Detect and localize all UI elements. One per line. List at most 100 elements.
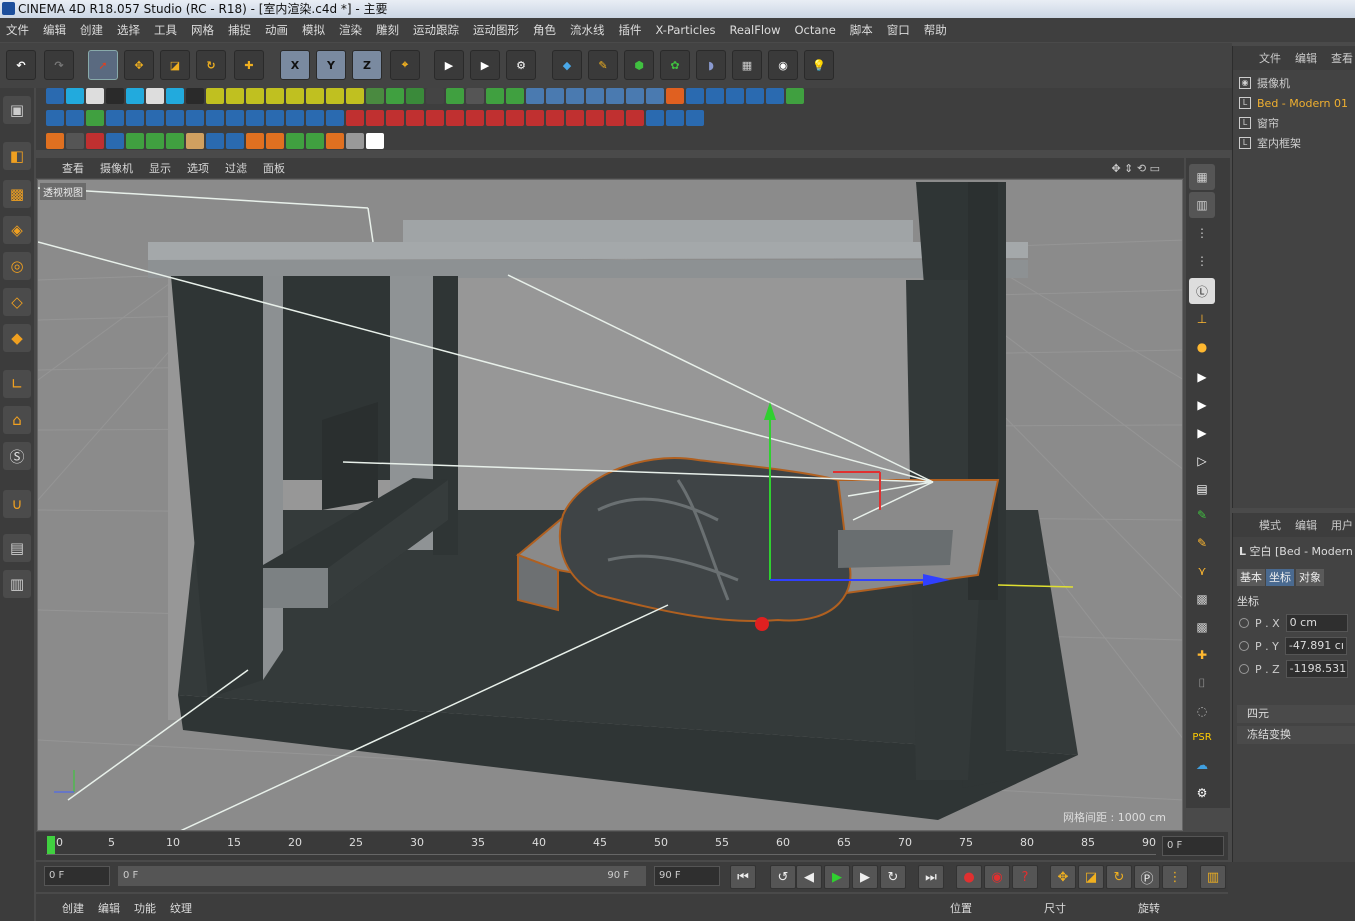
recent-tool-button[interactable]: ✚: [234, 50, 264, 80]
floor-button[interactable]: ▦: [732, 50, 762, 80]
play-button[interactable]: ▶: [824, 865, 850, 889]
menu-item-character[interactable]: 角色: [533, 22, 556, 38]
frame-range-slider[interactable]: 0 F 90 F: [118, 866, 646, 886]
cloner-button[interactable]: ✿: [660, 50, 690, 80]
redo-button[interactable]: ↷: [44, 50, 74, 80]
axis-icon[interactable]: ⊥: [1189, 306, 1215, 332]
light-button[interactable]: 💡: [804, 50, 834, 80]
render-settings-button[interactable]: ⚙: [506, 50, 536, 80]
material-menu-texture[interactable]: 纹理: [170, 900, 192, 916]
viewport-menu-panel[interactable]: 面板: [263, 160, 285, 176]
tweak-mode-icon[interactable]: ⌂: [3, 406, 31, 434]
menu-item-tools[interactable]: 工具: [154, 22, 177, 38]
menu-item-select[interactable]: 选择: [117, 22, 140, 38]
workplane-mode-icon[interactable]: ◈: [3, 216, 31, 244]
menu-item-sculpt[interactable]: 雕刻: [376, 22, 399, 38]
layout-2-icon[interactable]: ▥: [1189, 192, 1215, 218]
object-menu-file[interactable]: 文件: [1259, 50, 1281, 66]
coord-px-field[interactable]: 0 cm: [1285, 614, 1348, 632]
axis-mode-icon[interactable]: ∟: [3, 370, 31, 398]
menu-item-script[interactable]: 脚本: [850, 22, 873, 38]
autokey-button[interactable]: ◉: [984, 865, 1010, 889]
snap-icon[interactable]: Ⓢ: [3, 442, 31, 470]
object-menu-view[interactable]: 查看: [1331, 50, 1353, 66]
menu-item-octane[interactable]: Octane: [794, 23, 835, 37]
menu-item-edit[interactable]: 编辑: [43, 22, 66, 38]
previous-key-button[interactable]: ↺: [770, 865, 796, 889]
menu-item-mesh[interactable]: 网格: [191, 22, 214, 38]
material-menu-function[interactable]: 功能: [134, 900, 156, 916]
coordinate-system-button[interactable]: ⌖: [390, 50, 420, 80]
tab-coordinates[interactable]: 坐标: [1266, 569, 1294, 586]
menu-item-simulate[interactable]: 模拟: [302, 22, 325, 38]
key-scale-button[interactable]: ◪: [1078, 865, 1104, 889]
object-row-curtain[interactable]: L 窗帘: [1239, 114, 1279, 132]
sculpt-icon[interactable]: ✚: [1189, 642, 1215, 668]
coord-pz-field[interactable]: -1198.531: [1285, 660, 1348, 678]
start-frame-field[interactable]: 0 F: [44, 866, 110, 886]
hair-icon[interactable]: ⋎: [1189, 558, 1215, 584]
keyframe-radio[interactable]: [1239, 641, 1249, 651]
plugin-icon-row-2[interactable]: [46, 110, 704, 128]
deformer-button[interactable]: ◗: [696, 50, 726, 80]
undo-button[interactable]: ↶: [6, 50, 36, 80]
render-active-icon[interactable]: ▶: [1189, 392, 1215, 418]
light-xyz-icon[interactable]: ●: [1189, 334, 1215, 360]
next-key-button[interactable]: ↻: [880, 865, 906, 889]
x-axis-lock-button[interactable]: X: [280, 50, 310, 80]
attr-menu-edit[interactable]: 编辑: [1295, 517, 1317, 533]
key-rotation-button[interactable]: ↻: [1106, 865, 1132, 889]
coord-py-field[interactable]: -47.891 cı: [1284, 637, 1347, 655]
psr-icon[interactable]: PSR: [1189, 724, 1215, 750]
timeline-ruler[interactable]: 0 5 10 15 20 25 30 35 40 45 50 55 60 65 …: [36, 832, 1228, 860]
record-button[interactable]: ●: [956, 865, 982, 889]
menu-item-create[interactable]: 创建: [80, 22, 103, 38]
attr-menu-user[interactable]: 用户: [1331, 517, 1353, 533]
end-frame-field[interactable]: 90 F: [654, 866, 720, 886]
camera-button[interactable]: ◉: [768, 50, 798, 80]
key-parameter-button[interactable]: Ⓟ: [1134, 865, 1160, 889]
go-to-start-button[interactable]: ⏮: [730, 865, 756, 889]
y-axis-lock-button[interactable]: Y: [316, 50, 346, 80]
freeze-transform-section[interactable]: 冻结变换: [1237, 726, 1355, 744]
uv-icon[interactable]: Ⓛ: [1189, 278, 1215, 304]
quaternion-section[interactable]: 四元: [1237, 705, 1355, 723]
picture-viewer-icon[interactable]: ▷: [1189, 448, 1215, 474]
tab-object[interactable]: 对象: [1296, 569, 1324, 586]
viewport-menu-options[interactable]: 选项: [187, 160, 209, 176]
perspective-viewport[interactable]: 透视视图 网格间距 : 1000 cm: [37, 179, 1183, 831]
checker-2-icon[interactable]: ▩: [1189, 614, 1215, 640]
material-menu-edit[interactable]: 编辑: [98, 900, 120, 916]
render-view-button[interactable]: ▶: [434, 50, 464, 80]
lock-workplane-icon[interactable]: ▤: [3, 534, 31, 562]
magnet-icon[interactable]: ∪: [3, 490, 31, 518]
menu-item-animate[interactable]: 动画: [265, 22, 288, 38]
move-tool-button[interactable]: ✥: [124, 50, 154, 80]
menu-item-snap[interactable]: 捕捉: [228, 22, 251, 38]
object-row-bed[interactable]: L Bed - Modern 01: [1239, 94, 1348, 112]
viewport-navigation-icons[interactable]: ✥ ⇕ ⟲ ▭: [1111, 162, 1160, 175]
settings-icon[interactable]: ⚙: [1189, 780, 1215, 806]
keyframe-selection-button[interactable]: ?: [1012, 865, 1038, 889]
render-to-picture-viewer-button[interactable]: ▶: [470, 50, 500, 80]
sculpt-brush-icon[interactable]: ✎: [1189, 502, 1215, 528]
key-pla-button[interactable]: ⋮: [1162, 865, 1188, 889]
attr-menu-mode[interactable]: 模式: [1259, 517, 1281, 533]
planar-workplane-icon[interactable]: ▥: [3, 570, 31, 598]
object-row-camera[interactable]: ◉ 摄像机: [1239, 74, 1290, 92]
object-menu-edit[interactable]: 编辑: [1295, 50, 1317, 66]
playhead[interactable]: [47, 836, 55, 854]
model-mode-icon[interactable]: ◧: [3, 142, 31, 170]
viewport-menu-view[interactable]: 查看: [62, 160, 84, 176]
viewport-menu-display[interactable]: 显示: [149, 160, 171, 176]
checker-icon[interactable]: ▩: [1189, 586, 1215, 612]
object-row-room-frame[interactable]: L 室内框架: [1239, 134, 1301, 152]
viewport-menu-cameras[interactable]: 摄像机: [100, 160, 133, 176]
menu-item-render[interactable]: 渲染: [339, 22, 362, 38]
menu-item-motion-tracker[interactable]: 运动跟踪: [413, 22, 459, 38]
deform-icon[interactable]: ◌: [1189, 698, 1215, 724]
menu-item-mograph[interactable]: 运动图形: [473, 22, 519, 38]
z-axis-lock-button[interactable]: Z: [352, 50, 382, 80]
layout-4-icon[interactable]: ⋮: [1189, 248, 1215, 274]
material-menu-create[interactable]: 创建: [62, 900, 84, 916]
